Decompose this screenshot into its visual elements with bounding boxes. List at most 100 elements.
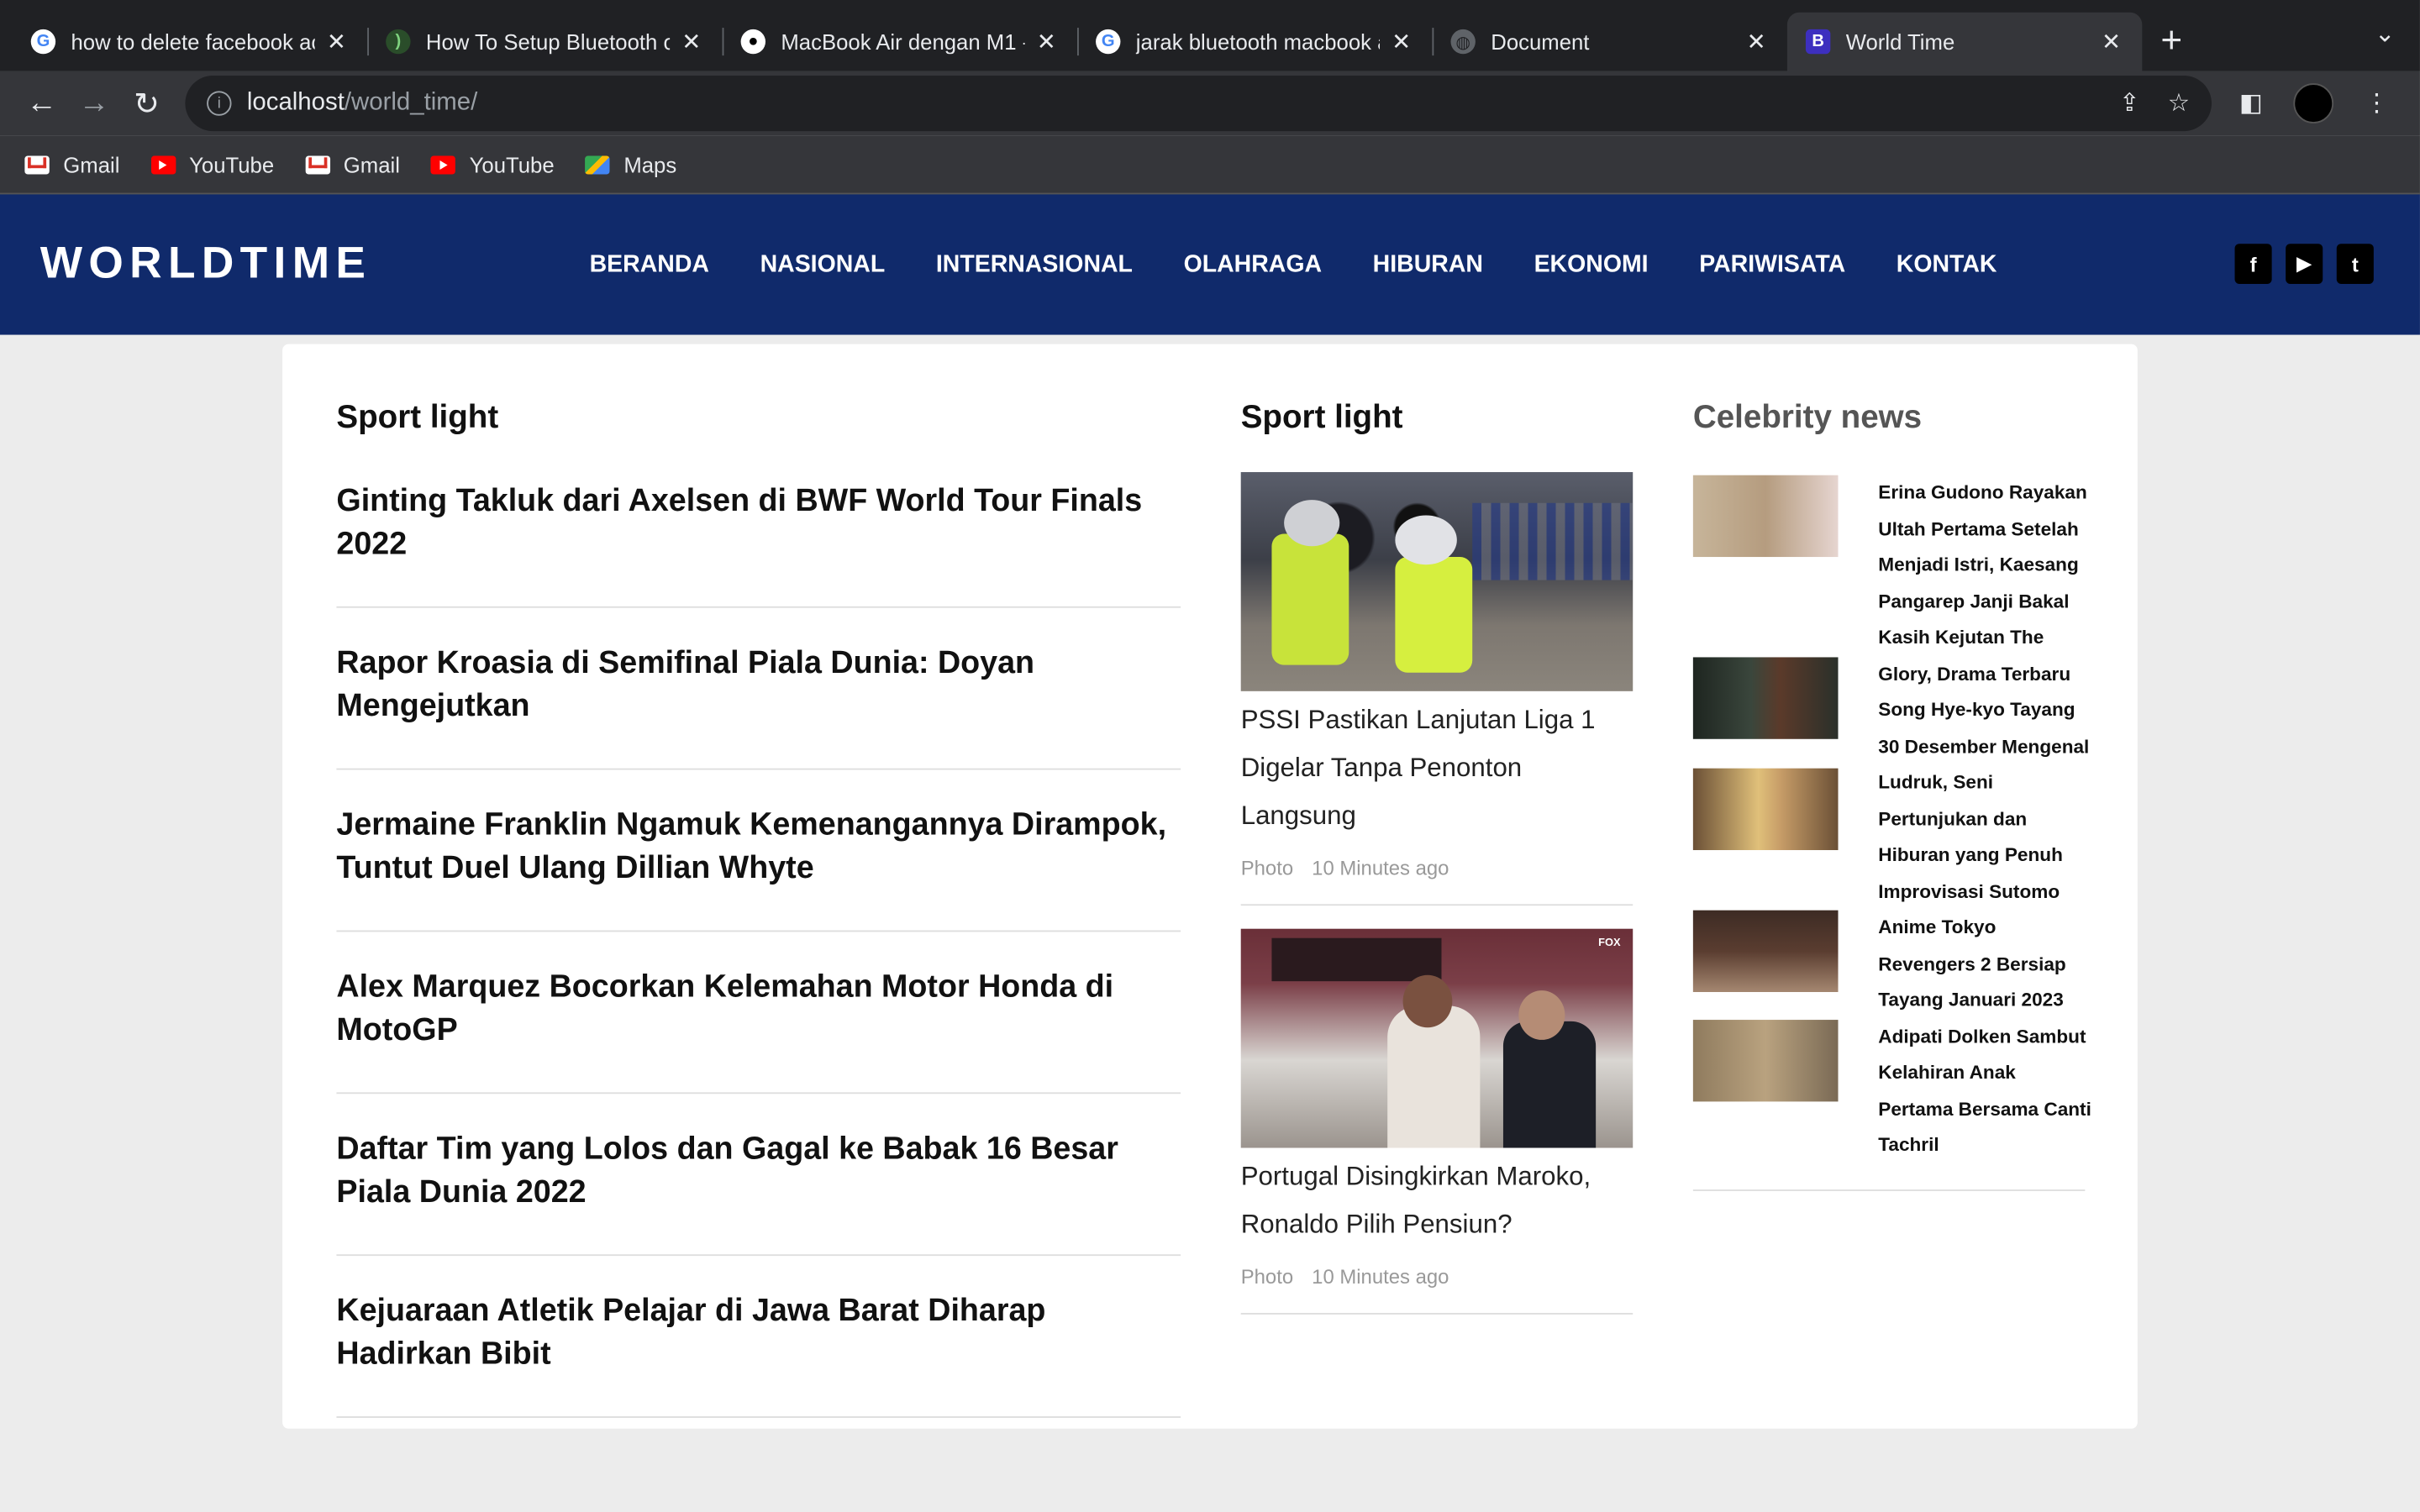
article-title[interactable]: Alex Marquez Bocorkan Kelemahan Motor Ho… — [336, 966, 1181, 1053]
close-icon[interactable]: ✕ — [1744, 28, 1768, 55]
article-title[interactable]: Ginting Takluk dari Axelsen di BWF World… — [336, 480, 1181, 566]
article-time: 10 Minutes ago — [1312, 1265, 1449, 1289]
url-host: localhost — [246, 89, 345, 116]
nav-hiburan[interactable]: HIBURAN — [1373, 250, 1483, 278]
tab-title: How To Setup Bluetooth on — [425, 29, 671, 55]
youtube-icon — [150, 155, 176, 174]
list-item[interactable]: Jermaine Franklin Ngamuk Kemenangannya D… — [336, 770, 1181, 932]
browser-tab[interactable]: G how to delete facebook acc ✕ — [13, 13, 367, 71]
bookmark-gmail[interactable]: Gmail — [24, 152, 119, 176]
browser-tab[interactable]: G jarak bluetooth macbook ai ✕ — [1077, 13, 1432, 71]
bookmark-youtube[interactable]: YouTube — [430, 152, 555, 176]
browser-toolbar: ← → ↻ i localhost/world_time/ ⇪ ☆ ◧ ⋮ — [0, 71, 2420, 136]
forward-icon[interactable]: → — [68, 77, 120, 129]
main-nav: BERANDA NASIONAL INTERNASIONAL OLAHRAGA … — [590, 250, 2048, 278]
article-title[interactable]: Rapor Kroasia di Semifinal Piala Dunia: … — [336, 642, 1181, 728]
close-icon[interactable]: ✕ — [324, 28, 349, 55]
list-item[interactable]: Rapor Kroasia di Semifinal Piala Dunia: … — [336, 608, 1181, 770]
more-vert-icon[interactable]: ⋮ — [2365, 88, 2389, 119]
browser-tab[interactable]: ● MacBook Air dengan M1 - S ✕ — [722, 13, 1077, 71]
list-item[interactable]: Daftar Tim yang Lolos dan Gagal ke Babak… — [336, 1094, 1181, 1257]
article-title[interactable]: Portugal Disingkirkan Maroko, Ronaldo Pi… — [1241, 1152, 1634, 1248]
avatar[interactable] — [2293, 83, 2334, 123]
list-item[interactable]: Kejuaraan Atletik Pelajar di Jawa Barat … — [336, 1256, 1181, 1418]
article-meta: Photo 10 Minutes ago — [1241, 856, 1634, 879]
tab-title: MacBook Air dengan M1 - S — [781, 29, 1025, 55]
globe-icon: ◍ — [1450, 29, 1476, 55]
list-item[interactable]: Alex Marquez Bocorkan Kelemahan Motor Ho… — [336, 932, 1181, 1095]
back-icon[interactable]: ← — [15, 77, 67, 129]
close-icon[interactable]: ✕ — [1034, 28, 1059, 55]
section-heading: Celebrity news — [1692, 399, 1923, 435]
article-title[interactable]: Jermaine Franklin Ngamuk Kemenangannya D… — [336, 804, 1181, 890]
gmail-icon — [24, 155, 50, 174]
article-image[interactable] — [1240, 472, 1634, 691]
celebrity-thumbnail[interactable] — [1692, 1020, 1839, 1102]
article-image[interactable]: FOX — [1240, 928, 1634, 1148]
close-icon[interactable]: ✕ — [679, 28, 703, 55]
bookmarks-bar: Gmail YouTube Gmail YouTube Maps — [0, 135, 2420, 195]
browser-tab-active[interactable]: B World Time ✕ — [1786, 12, 2143, 71]
tab-title: how to delete facebook acc — [71, 29, 315, 55]
nav-pariwisata[interactable]: PARIWISATA — [1699, 250, 1845, 278]
nav-olahraga[interactable]: OLAHRAGA — [1184, 250, 1322, 278]
site-header: WORLDTIME BERANDA NASIONAL INTERNASIONAL… — [0, 194, 2420, 335]
celebrity-news: Celebrity news Erina Gudono Rayakan Ulta… — [1692, 399, 2091, 1191]
address-bar[interactable]: i localhost/world_time/ ⇪ ☆ — [185, 75, 2212, 132]
side-panel-icon[interactable]: ◧ — [2239, 88, 2263, 119]
tab-title: Document — [1491, 29, 1590, 55]
feed-icon: ) — [386, 29, 411, 55]
google-icon: G — [1096, 29, 1121, 55]
maps-icon — [585, 155, 610, 174]
article-title[interactable]: PSSI Pastikan Lanjutan Liga 1 Digelar Ta… — [1241, 696, 1634, 839]
url-path: /world_time/ — [344, 89, 478, 116]
article-meta: Photo 10 Minutes ago — [1241, 1265, 1634, 1289]
chevron-down-icon[interactable]: ⌄ — [2375, 18, 2396, 50]
bookmark-label: Maps — [623, 151, 677, 177]
reload-icon[interactable]: ↻ — [120, 77, 172, 129]
article-time: 10 Minutes ago — [1312, 856, 1449, 879]
site-logo[interactable]: WORLDTIME — [40, 239, 550, 291]
article-title[interactable]: Daftar Tim yang Lolos dan Gagal ke Babak… — [336, 1128, 1181, 1215]
bookmark-maps[interactable]: Maps — [585, 152, 676, 176]
tab-title: jarak bluetooth macbook ai — [1135, 29, 1381, 55]
gmail-icon — [304, 155, 330, 174]
article-title[interactable]: Kejuaraan Atletik Pelajar di Jawa Barat … — [336, 1289, 1181, 1376]
new-tab-icon[interactable]: + — [2160, 13, 2182, 71]
google-icon: G — [30, 29, 56, 55]
share-icon[interactable]: ⇪ — [2119, 88, 2140, 119]
bookmark-gmail[interactable]: Gmail — [304, 151, 400, 177]
celebrity-thumbnail[interactable] — [1692, 910, 1839, 992]
bootstrap-icon: B — [1805, 29, 1831, 55]
twitter-icon[interactable]: t — [2336, 244, 2374, 284]
info-icon[interactable]: i — [207, 91, 232, 116]
nav-ekonomi[interactable]: EKONOMI — [1534, 250, 1649, 278]
celebrity-thumbnail[interactable] — [1692, 657, 1839, 739]
url-text[interactable]: localhost/world_time/ — [247, 90, 2091, 118]
celebrity-list: Erina Gudono Rayakan Ultah Pertama Setel… — [1692, 475, 2091, 1191]
nav-beranda[interactable]: BERANDA — [590, 250, 709, 278]
nav-internasional[interactable]: INTERNASIONAL — [936, 250, 1133, 278]
browser-tab[interactable]: ) How To Setup Bluetooth on ✕ — [367, 13, 722, 71]
close-icon[interactable]: ✕ — [1389, 28, 1413, 55]
facebook-icon[interactable]: f — [2234, 244, 2272, 284]
celebrity-headlines[interactable]: Erina Gudono Rayakan Ultah Pertama Setel… — [1878, 475, 2094, 1164]
star-icon[interactable]: ☆ — [2168, 88, 2190, 119]
tab-title: World Time — [1845, 29, 1955, 55]
nav-kontak[interactable]: KONTAK — [1897, 250, 1997, 278]
photo-card[interactable]: FOX Portugal Disingkirkan Maroko, Ronald… — [1240, 928, 1634, 1315]
list-item[interactable]: Ginting Takluk dari Axelsen di BWF World… — [336, 458, 1181, 608]
close-icon[interactable]: ✕ — [2099, 28, 2123, 55]
section-heading: Sport light — [336, 399, 499, 435]
bookmark-youtube[interactable]: YouTube — [150, 152, 274, 176]
content-card: Sport light Ginting Takluk dari Axelsen … — [282, 344, 2138, 1429]
celebrity-thumbnail[interactable] — [1692, 475, 1839, 558]
bookmark-label: Gmail — [343, 151, 400, 177]
nav-nasional[interactable]: NASIONAL — [760, 250, 886, 278]
celebrity-thumbnail[interactable] — [1692, 768, 1839, 851]
photo-card[interactable]: PSSI Pastikan Lanjutan Liga 1 Digelar Ta… — [1240, 472, 1634, 906]
browser-tab[interactable]: ◍ Document ✕ — [1432, 13, 1786, 71]
social-links: f ▶ t — [2221, 244, 2374, 284]
youtube-icon[interactable]: ▶ — [2286, 244, 2323, 284]
article-category: Photo — [1240, 1265, 1294, 1289]
